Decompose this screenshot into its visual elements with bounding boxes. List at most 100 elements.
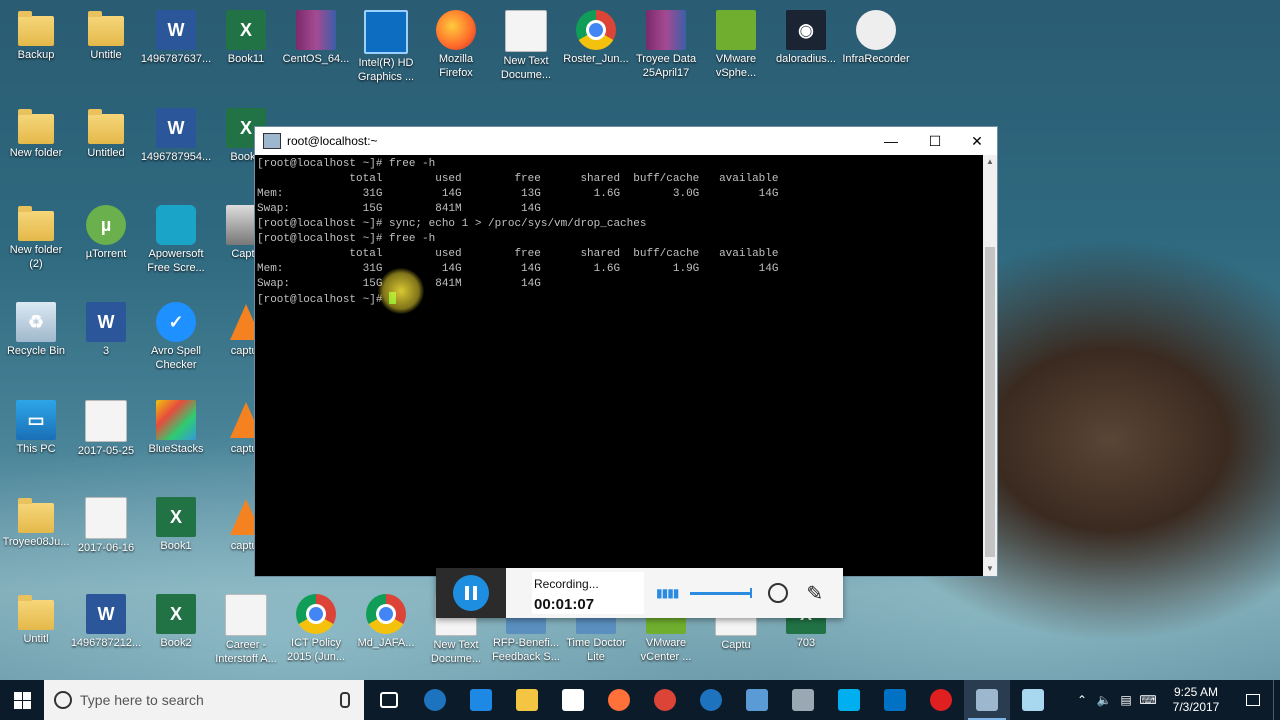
desktop-icon[interactable]: Untitl — [0, 588, 72, 646]
terminal-titlebar[interactable]: root@localhost:~ — ☐ ✕ — [255, 127, 997, 155]
text-document-icon — [505, 10, 547, 52]
volume-icon[interactable]: 🔈 — [1093, 693, 1115, 707]
show-desktop-button[interactable] — [1273, 680, 1280, 720]
terminal-window[interactable]: root@localhost:~ — ☐ ✕ [root@localhost ~… — [254, 126, 998, 577]
taskbar-app[interactable] — [688, 680, 734, 720]
taskbar-app[interactable] — [1010, 680, 1056, 720]
this-pc-icon: ▭ — [16, 400, 56, 440]
taskbar-app[interactable] — [918, 680, 964, 720]
desktop-icon-label: Untitle — [90, 49, 122, 61]
microphone-icon[interactable] — [340, 692, 350, 708]
taskbar-app[interactable] — [458, 680, 504, 720]
utorrent-icon: µ — [86, 205, 126, 245]
pen-icon[interactable]: ✎ — [806, 581, 823, 606]
scroll-thumb[interactable] — [985, 247, 995, 557]
outlook-icon — [884, 689, 906, 711]
close-button[interactable]: ✕ — [955, 127, 999, 155]
desktop-icon-label: Mozilla Firefox — [438, 53, 474, 79]
minimize-button[interactable]: — — [869, 127, 913, 155]
folder-icon — [18, 595, 54, 630]
desktop-icon-label: daloradius... — [776, 53, 836, 65]
desktop-icon[interactable]: BlueStacks — [140, 394, 212, 456]
chrome-icon — [576, 10, 616, 50]
folder-icon — [18, 11, 54, 46]
terminal-scrollbar[interactable]: ▲ ▼ — [983, 155, 997, 576]
desktop-icon[interactable]: Untitled — [70, 102, 142, 160]
webcam-icon[interactable] — [768, 583, 789, 603]
taskbar-app[interactable] — [872, 680, 918, 720]
desktop-icon[interactable]: 2017-06-16 — [70, 491, 142, 555]
maximize-button[interactable]: ☐ — [913, 127, 957, 155]
desktop-icon[interactable]: Roster_Jun... — [560, 4, 632, 66]
desktop-icon[interactable]: X Book2 — [140, 588, 212, 650]
desktop-icon[interactable]: ◉ daloradius... — [770, 4, 842, 66]
desktop-icon[interactable]: VMware vSphe... — [700, 4, 772, 80]
desktop-icon[interactable]: Untitle — [70, 4, 142, 62]
desktop-icon[interactable]: 2017-05-25 — [70, 394, 142, 458]
desktop-icon-label: Troyee08Ju... — [2, 536, 70, 548]
audio-level-icon: ▮▮▮▮ — [656, 586, 679, 600]
desktop-icon-label: µTorrent — [85, 248, 127, 260]
windows-icon — [13, 691, 31, 709]
desktop-icon[interactable]: Mozilla Firefox — [420, 4, 492, 80]
keyboard-icon[interactable]: ⌨ — [1137, 693, 1159, 707]
scroll-up-icon[interactable]: ▲ — [983, 155, 997, 169]
clock[interactable]: 9:25 AM 7/3/2017 — [1159, 685, 1233, 715]
taskbar-app[interactable] — [504, 680, 550, 720]
desktop-icon[interactable]: W 1496787637... — [140, 4, 212, 66]
taskbar-app[interactable] — [964, 680, 1010, 720]
desktop-icon[interactable]: X Book11 — [210, 4, 282, 66]
desktop-icon[interactable]: New folder — [0, 102, 72, 160]
desktop-icon[interactable]: Md_JAFA... — [350, 588, 422, 650]
desktop-icon[interactable]: Career - Interstoff A... — [210, 588, 282, 666]
terminal-output[interactable]: [root@localhost ~]# free -h total used f… — [255, 155, 985, 577]
desktop-icon[interactable]: ICT Policy 2015 (Jun... — [280, 588, 352, 664]
desktop-icon-label: Backup — [17, 49, 55, 61]
action-center-icon[interactable] — [1233, 694, 1273, 706]
desktop-icon[interactable]: Troyee08Ju... — [0, 491, 72, 549]
taskbar-app[interactable] — [734, 680, 780, 720]
pause-button[interactable] — [436, 568, 506, 618]
desktop-icon-label: 1496787212... — [70, 637, 142, 649]
desktop-icon[interactable]: W 1496787954... — [140, 102, 212, 164]
desktop-icon[interactable]: Backup — [0, 4, 72, 62]
chrome-icon — [366, 594, 406, 634]
search-box[interactable]: Type here to search — [44, 680, 364, 720]
desktop-icon[interactable]: Intel(R) HD Graphics ... — [350, 4, 422, 84]
avro-spell-checker-icon: ✓ — [156, 302, 196, 342]
taskbar-app[interactable] — [550, 680, 596, 720]
desktop-icon[interactable]: InfraRecorder — [840, 4, 912, 66]
taskbar-app[interactable] — [366, 680, 412, 720]
network-icon[interactable]: ▤ — [1115, 693, 1137, 707]
desktop-icon[interactable]: W3 — [70, 296, 142, 358]
winrar-icon — [296, 10, 336, 50]
start-button[interactable] — [0, 680, 44, 720]
scroll-down-icon[interactable]: ▼ — [983, 562, 997, 576]
taskbar-app[interactable] — [412, 680, 458, 720]
task-view-icon — [380, 692, 398, 708]
desktop-icon-label: Book1 — [160, 540, 192, 552]
taskbar-app[interactable] — [826, 680, 872, 720]
desktop-icon[interactable]: CentOS_64... — [280, 4, 352, 66]
desktop-icon[interactable]: ♻ Recycle Bin — [0, 296, 72, 358]
desktop-icon[interactable]: X Book1 — [140, 491, 212, 553]
desktop-icon[interactable]: W 1496787212... — [70, 588, 142, 650]
chevron-up-icon[interactable]: ⌃ — [1071, 693, 1093, 707]
desktop-icon[interactable]: New folder (2) — [0, 199, 72, 271]
desktop-icon[interactable]: Apowersoft Free Scre... — [140, 199, 212, 275]
taskbar-app[interactable] — [642, 680, 688, 720]
taskbar-app[interactable] — [596, 680, 642, 720]
taskbar: Type here to search ⌃ 🔈 ▤ ⌨ 9:25 AM 7/3/… — [0, 680, 1280, 720]
desktop-icon[interactable]: ▭ This PC — [0, 394, 72, 456]
desktop-icon-label: Time Doctor Lite — [566, 637, 626, 663]
vmware-icon — [716, 10, 756, 50]
desktop-icon[interactable]: µ µTorrent — [70, 199, 142, 261]
desktop-icon[interactable]: ✓ Avro Spell Checker — [140, 296, 212, 372]
skype-icon — [838, 689, 860, 711]
volume-slider[interactable] — [690, 587, 753, 598]
system-tray: ⌃ 🔈 ▤ ⌨ 9:25 AM 7/3/2017 — [1071, 680, 1280, 720]
taskbar-app[interactable] — [780, 680, 826, 720]
desktop-icon[interactable]: Troyee Data 25April17 — [630, 4, 702, 80]
word-doc-icon: W — [156, 10, 196, 50]
desktop-icon[interactable]: New Text Docume... — [490, 4, 562, 82]
